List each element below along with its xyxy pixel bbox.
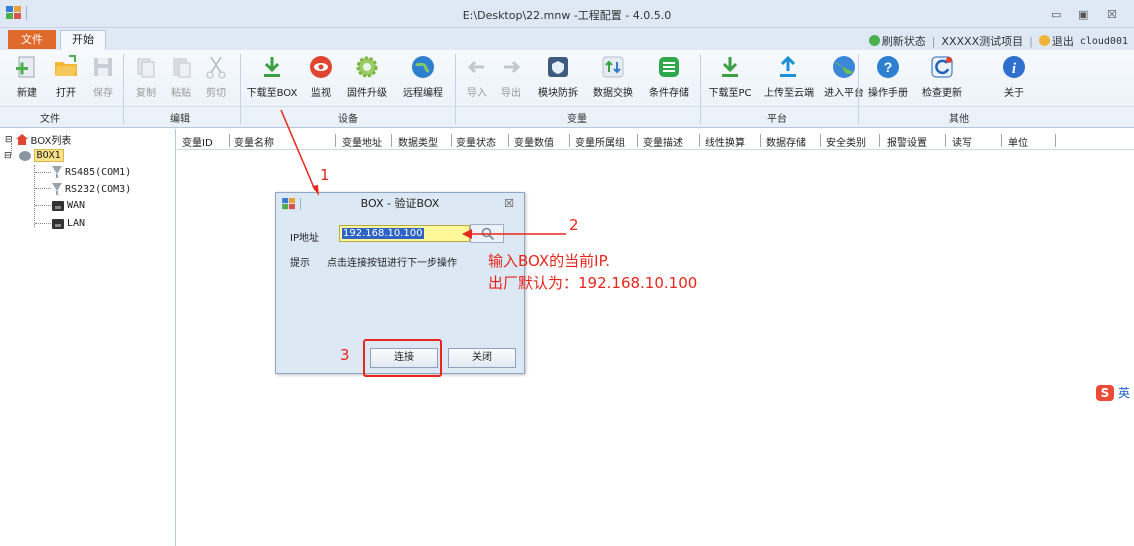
annotation-line-2: 出厂默认为：192.168.10.100 (488, 274, 698, 292)
annotation-number-3: 3 (340, 346, 350, 364)
annotation-line-1: 输入BOX的当前IP. (488, 252, 611, 270)
annotation-arrow-1 (280, 109, 316, 191)
connect-highlight-box (363, 339, 442, 377)
annotation-number-1: 1 (320, 166, 330, 184)
sogou-ime-icon: S (1096, 384, 1114, 401)
annotation-number-2: 2 (569, 216, 579, 234)
arrowhead-icon (312, 185, 319, 196)
ime-language: 英 (1118, 386, 1131, 400)
arrowhead-icon (462, 229, 472, 239)
app-window: E:\Desktop\22.mnw -工程配置 - 4.0.5.0 ▭ ▣ ☒ … (0, 0, 1134, 546)
ime-toolbar[interactable]: S 英 ·, ( (1096, 384, 1134, 401)
